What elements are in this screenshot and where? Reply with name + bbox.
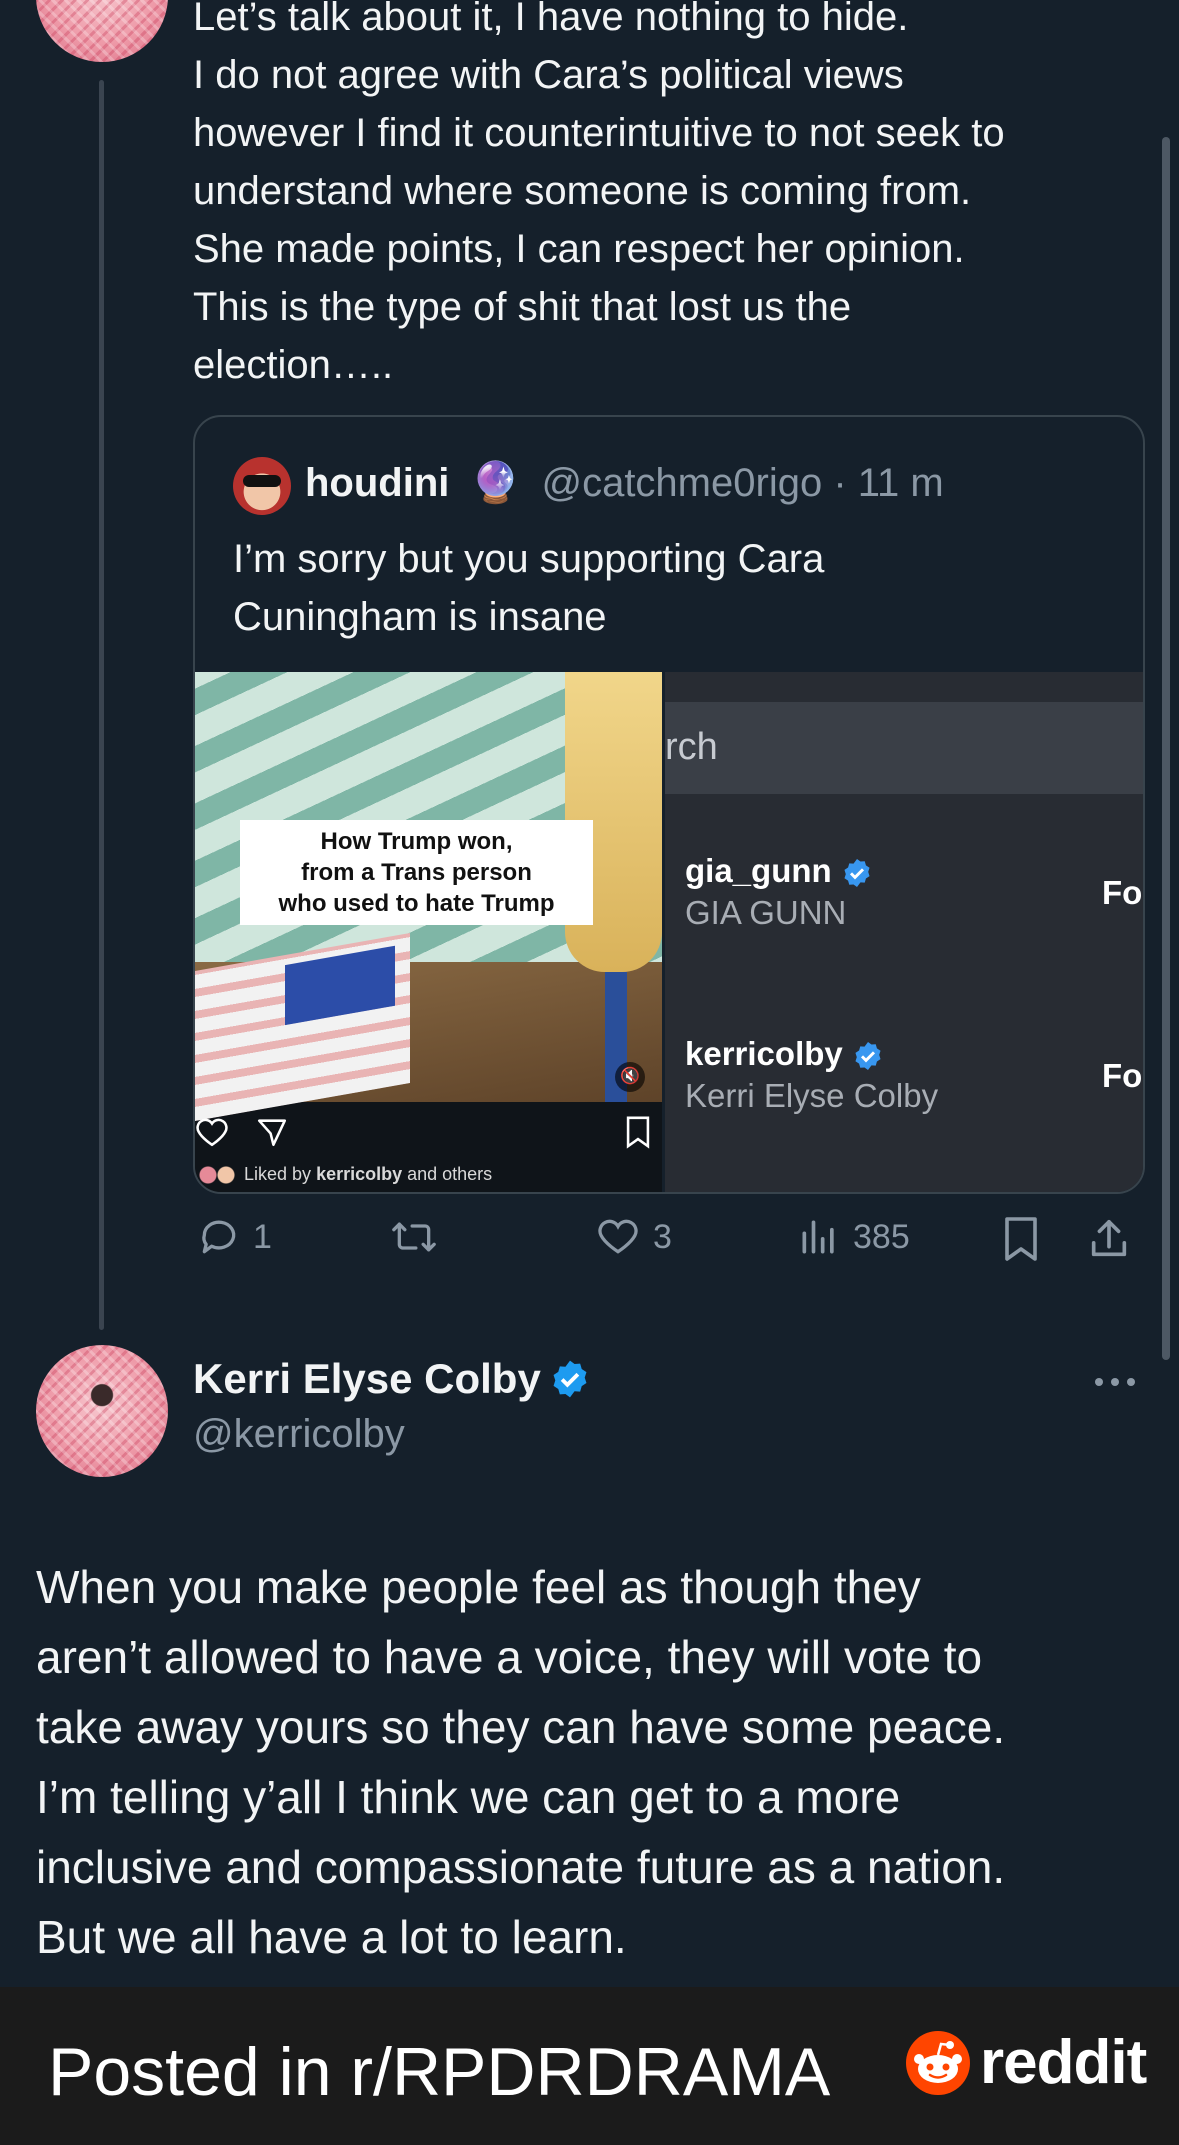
tweet-line: inclusive and compassionate future as a … [36,1841,1006,1893]
avatar[interactable] [36,1345,168,1477]
quoted-avatar [233,457,291,515]
user-handle[interactable]: @kerricolby [193,1412,405,1457]
tweet-line: election….. [193,343,394,387]
result-display-name: Kerri Elyse Colby [685,1077,939,1114]
reddit-wordmark: reddit [980,2028,1147,2097]
posted-in-label: Posted in r/RPDRDRAMA [48,2034,831,2110]
display-name[interactable]: Kerri Elyse Colby [193,1355,541,1402]
reddit-logo-icon [906,2031,970,2095]
tweet-text: When you make people feel as though they… [36,1552,1156,1972]
liked-by-user[interactable]: kerricolby [316,1164,402,1184]
result-username: gia_gunn [685,852,832,889]
caption-line: who used to hate Trump [278,890,555,917]
result-display-name: GIA GUNN [685,894,847,931]
scrollbar[interactable] [1162,137,1170,1360]
media-image-right[interactable]: rch gia_gunn GIA GUNN Fo kerricolby Kerr… [665,672,1143,1192]
quoted-text-line: I’m sorry but you supporting Cara [233,537,825,581]
tweet-line: understand where someone is coming from. [193,169,972,213]
quoted-tweet[interactable]: houdini 🔮 @catchme0rigo · 11 m I’m sorry… [193,415,1145,1194]
mute-icon[interactable]: 🔇 [615,1062,645,1092]
avatar[interactable] [36,0,168,62]
more-options-icon[interactable] [1092,1370,1138,1394]
heart-outline-icon[interactable] [195,1115,229,1149]
like-count: 3 [653,1217,672,1256]
reply-icon [202,1220,236,1254]
quoted-name: houdini [305,461,450,505]
tweet-line: I’m telling y’all I think we can get to … [36,1771,901,1823]
retweet-icon [392,1222,436,1252]
tweet-line: aren’t allowed to have a voice, they wil… [36,1631,983,1683]
crystal-ball-emoji: 🔮 [470,461,521,505]
follow-button[interactable]: Fo [1102,874,1142,912]
follow-button[interactable]: Fo [1102,1057,1142,1095]
video-caption: How Trump won, from a Trans person who u… [240,820,593,925]
tweet-line: take away yours so they can have some pe… [36,1701,1006,1753]
search-result-user: kerricolby Kerri Elyse Colby Fo [685,1035,1142,1115]
liked-by-suffix: and others [402,1164,493,1184]
liked-by-prefix: Liked by [244,1164,317,1184]
search-text: rch [665,726,718,768]
reply-count: 1 [253,1217,272,1256]
reply-button[interactable]: 1 [197,1215,272,1259]
tweet-line: I do not agree with Cara’s political vie… [193,53,904,97]
heart-icon [598,1219,638,1254]
quoted-text-line: Cuningham is insane [233,595,607,639]
tweet-line: This is the type of shit that lost us th… [193,285,852,329]
tweet-actions: 1 3 385 [193,1215,1141,1265]
tweet-line: But we all have a lot to learn. [36,1911,627,1963]
views-chart-icon [802,1220,834,1254]
verified-badge-icon [844,859,870,888]
tweet-line: When you make people feel as though they [36,1561,921,1613]
tweet-line: Let’s talk about it, I have nothing to h… [193,0,909,39]
share-send-icon[interactable] [255,1115,289,1149]
bookmark-icon[interactable] [1001,1215,1041,1263]
like-button[interactable]: 3 [595,1215,672,1259]
result-username: kerricolby [685,1035,843,1072]
verified-badge-icon [855,1042,881,1071]
reddit-footer: Posted in r/RPDRDRAMA reddit [0,1987,1179,2145]
thread-line [99,80,104,1330]
caption-line: How Trump won, [320,828,513,855]
views-button[interactable]: 385 [797,1215,910,1259]
bookmark-outline-icon[interactable] [623,1115,653,1149]
liked-by-avatars [199,1166,239,1185]
verified-badge-icon [553,1360,587,1398]
tweet-line: She made points, I can respect her opini… [193,227,965,271]
share-icon[interactable] [1086,1215,1132,1263]
media-image-left[interactable]: How Trump won, from a Trans person who u… [195,672,662,1192]
retweet-button[interactable] [389,1215,439,1259]
caption-line: from a Trans person [301,859,532,886]
search-result-user: gia_gunn GIA GUNN Fo [685,852,1142,932]
quoted-handle: @catchme0rigo [541,461,823,505]
quoted-time: · 11 m [833,461,944,505]
view-count: 385 [853,1217,910,1256]
tweet-line: however I find it counterintuitive to no… [193,111,1005,155]
tweet-text: Let’s talk about it, I have nothing to h… [193,0,1153,394]
search-bar: rch [665,702,1143,794]
